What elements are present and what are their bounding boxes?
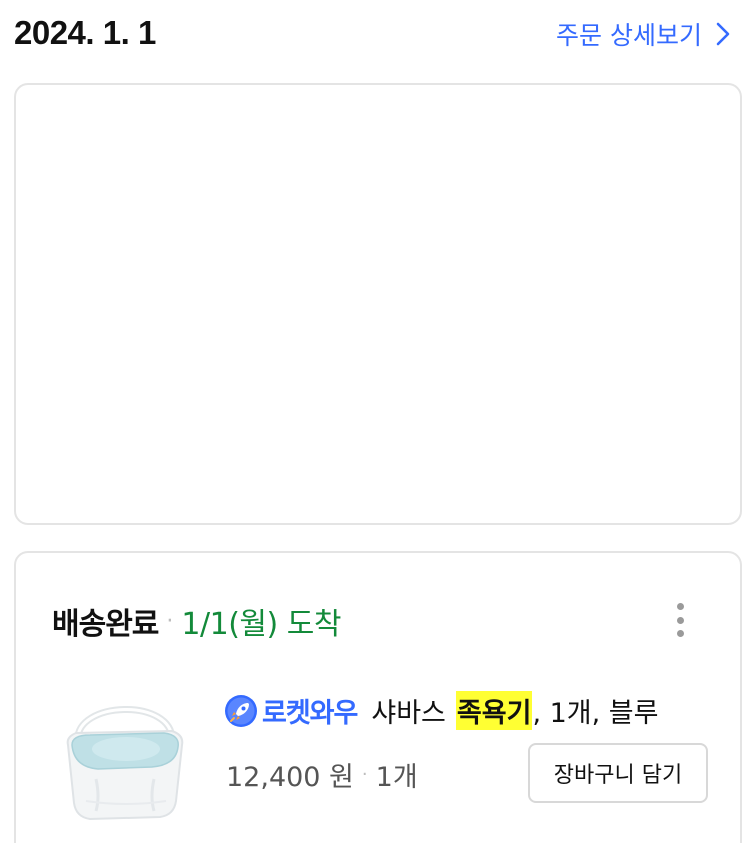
status-separator: ·	[166, 608, 174, 634]
more-options-icon[interactable]	[672, 603, 688, 637]
product-price: 12,400 원	[226, 762, 354, 793]
order-detail-label: 주문 상세보기	[556, 21, 702, 50]
rocket-wow-icon	[225, 694, 257, 727]
rocket-wow-label: 로켓와우	[262, 698, 358, 729]
product-quantity: 1개	[375, 762, 418, 793]
product-name-highlight: 족욕기	[455, 691, 533, 730]
product-image[interactable]	[56, 683, 192, 823]
price-row: 12,400 원 · 1개	[226, 755, 418, 794]
chevron-right-icon	[716, 22, 730, 46]
empty-card	[14, 83, 742, 525]
order-list-page: 2024. 1. 1 주문 상세보기 배송완료 · 1/1(월) 도착 로켓와우…	[0, 0, 750, 843]
product-name-prefix: 샤바스	[371, 698, 446, 729]
price-separator: ·	[361, 764, 368, 785]
arrival-date: 1/1(월) 도착	[181, 607, 341, 642]
order-detail-link[interactable]: 주문 상세보기	[556, 16, 730, 52]
delivery-status: 배송완료	[52, 607, 159, 642]
add-to-cart-button[interactable]: 장바구니 담기	[528, 743, 708, 803]
order-date: 2024. 1. 1	[14, 14, 156, 51]
order-card: 배송완료 · 1/1(월) 도착 로켓와우 샤바스 족욕기 , 1개, 블루 1…	[14, 551, 742, 843]
order-header: 2024. 1. 1 주문 상세보기	[0, 0, 750, 70]
product-title[interactable]: 로켓와우 샤바스 족욕기 , 1개, 블루	[224, 691, 658, 730]
product-name-suffix: , 1개, 블루	[532, 698, 659, 729]
delivery-status-row: 배송완료 · 1/1(월) 도착	[52, 599, 341, 643]
